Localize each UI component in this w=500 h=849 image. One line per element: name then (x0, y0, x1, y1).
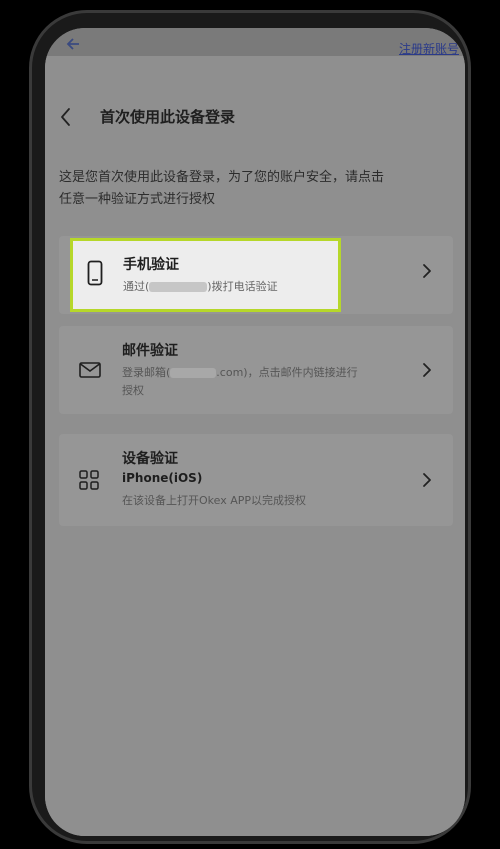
back-button[interactable] (57, 106, 77, 128)
background-nav-bar: 注册新账号 (45, 28, 465, 56)
phone-sub-suffix: )拨打电话验证 (207, 280, 278, 293)
phone-option-subtitle: 通过( )拨打电话验证 (123, 278, 278, 294)
phone-sub-prefix: 通过( (123, 280, 150, 293)
screen: 注册新账号 首次使用此设备登录 这是您首次使用此设备登录，为了您的账户安全，请点… (45, 28, 465, 836)
device-option-subtitle: 在该设备上打开Okex APP以完成授权 (122, 494, 307, 507)
device-name: iPhone(iOS) (122, 471, 203, 485)
email-sub-suffix: )，点击邮件内链接进行 (243, 366, 358, 379)
page-title: 首次使用此设备登录 (100, 108, 236, 126)
chevron-right-icon (421, 263, 433, 279)
mail-icon (79, 362, 101, 382)
phone-icon (87, 260, 103, 290)
redacted-email (170, 368, 217, 378)
email-domain: .com (216, 366, 244, 379)
chevron-right-icon (421, 472, 433, 488)
email-verification-option[interactable]: 邮件验证 登录邮箱( .com)，点击邮件内链接进行 授权 (59, 326, 453, 414)
intro-line-2: 任意一种验证方式进行授权 (59, 192, 216, 207)
email-sub-line-2: 授权 (122, 384, 144, 397)
verification-page: 首次使用此设备登录 这是您首次使用此设备登录，为了您的账户安全，请点击 任意一种… (45, 56, 465, 836)
intro-text: 这是您首次使用此设备登录，为了您的账户安全，请点击 任意一种验证方式进行授权 (59, 167, 454, 211)
chevron-right-icon (421, 362, 433, 378)
redacted-phone-number (149, 282, 208, 292)
phone-option-title: 手机验证 (123, 257, 179, 273)
email-sub-prefix: 登录邮箱( (122, 366, 171, 379)
intro-line-1: 这是您首次使用此设备登录，为了您的账户安全，请点击 (59, 170, 385, 185)
email-option-title: 邮件验证 (122, 343, 178, 359)
grid-icon (79, 470, 99, 494)
highlight-box: 手机验证 通过( )拨打电话验证 (70, 238, 341, 312)
email-option-subtitle: 登录邮箱( .com)，点击邮件内链接进行 授权 (122, 364, 412, 400)
chevron-left-icon (61, 108, 70, 126)
device-option-title: 设备验证 (122, 451, 178, 467)
back-arrow-icon[interactable] (65, 36, 81, 52)
register-link[interactable]: 注册新账号 (399, 40, 459, 57)
device-verification-option[interactable]: 设备验证 iPhone(iOS) 在该设备上打开Okex APP以完成授权 (59, 434, 453, 526)
